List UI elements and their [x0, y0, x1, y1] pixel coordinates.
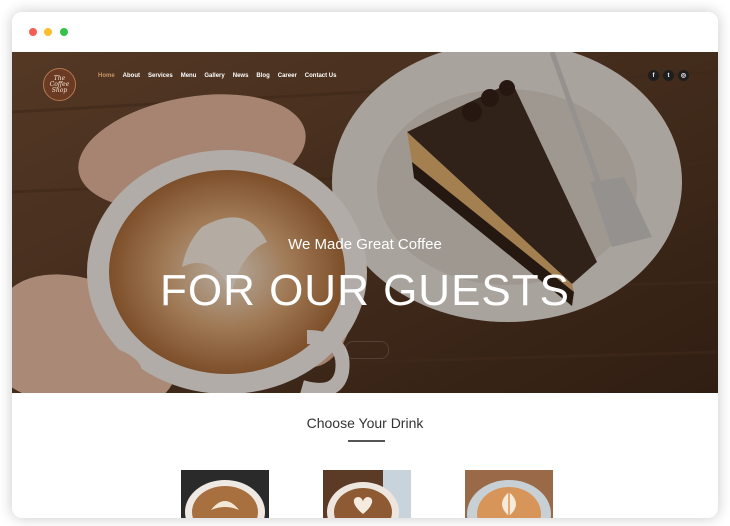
rosetta-latte-cup-image — [465, 470, 553, 518]
nav-item-blog[interactable]: Blog — [256, 73, 269, 79]
twitter-icon[interactable]: t — [663, 70, 674, 81]
logo-text: The Coffee Shop — [49, 75, 70, 94]
nav-item-services[interactable]: Services — [148, 73, 173, 79]
hero-subtitle: We Made Great Coffee — [288, 236, 442, 253]
section-title: Choose Your Drink — [306, 415, 424, 431]
instagram-icon[interactable]: ◎ — [678, 70, 689, 81]
nav-item-career[interactable]: Career — [278, 73, 297, 79]
browser-chrome — [12, 12, 718, 52]
drink-card-1[interactable] — [181, 470, 269, 518]
scroll-indicator[interactable] — [345, 341, 389, 359]
hero-section: The Coffee Shop Home About Services Menu… — [12, 52, 718, 393]
nav-item-contact-us[interactable]: Contact Us — [305, 73, 337, 79]
nav-item-gallery[interactable]: Gallery — [204, 73, 224, 79]
main-navigation: Home About Services Menu Gallery News Bl… — [98, 73, 336, 79]
close-window-button[interactable] — [29, 28, 37, 36]
facebook-icon[interactable]: f — [648, 70, 659, 81]
heart-latte-cup-image — [323, 470, 411, 518]
browser-window: The Coffee Shop Home About Services Menu… — [12, 12, 718, 518]
social-links: f t ◎ — [648, 70, 689, 81]
section-divider — [348, 440, 385, 442]
drink-card-2[interactable] — [323, 470, 411, 518]
nav-item-about[interactable]: About — [123, 73, 140, 79]
nav-item-menu[interactable]: Menu — [181, 73, 197, 79]
drink-card-3[interactable] — [465, 470, 553, 518]
coffee-shop-logo[interactable]: The Coffee Shop — [43, 68, 76, 101]
hero-title: FOR OUR GUESTS — [159, 266, 571, 315]
latte-art-cup-image — [181, 470, 269, 518]
maximize-window-button[interactable] — [60, 28, 68, 36]
minimize-window-button[interactable] — [44, 28, 52, 36]
nav-item-news[interactable]: News — [233, 73, 249, 79]
nav-item-home[interactable]: Home — [98, 73, 115, 79]
